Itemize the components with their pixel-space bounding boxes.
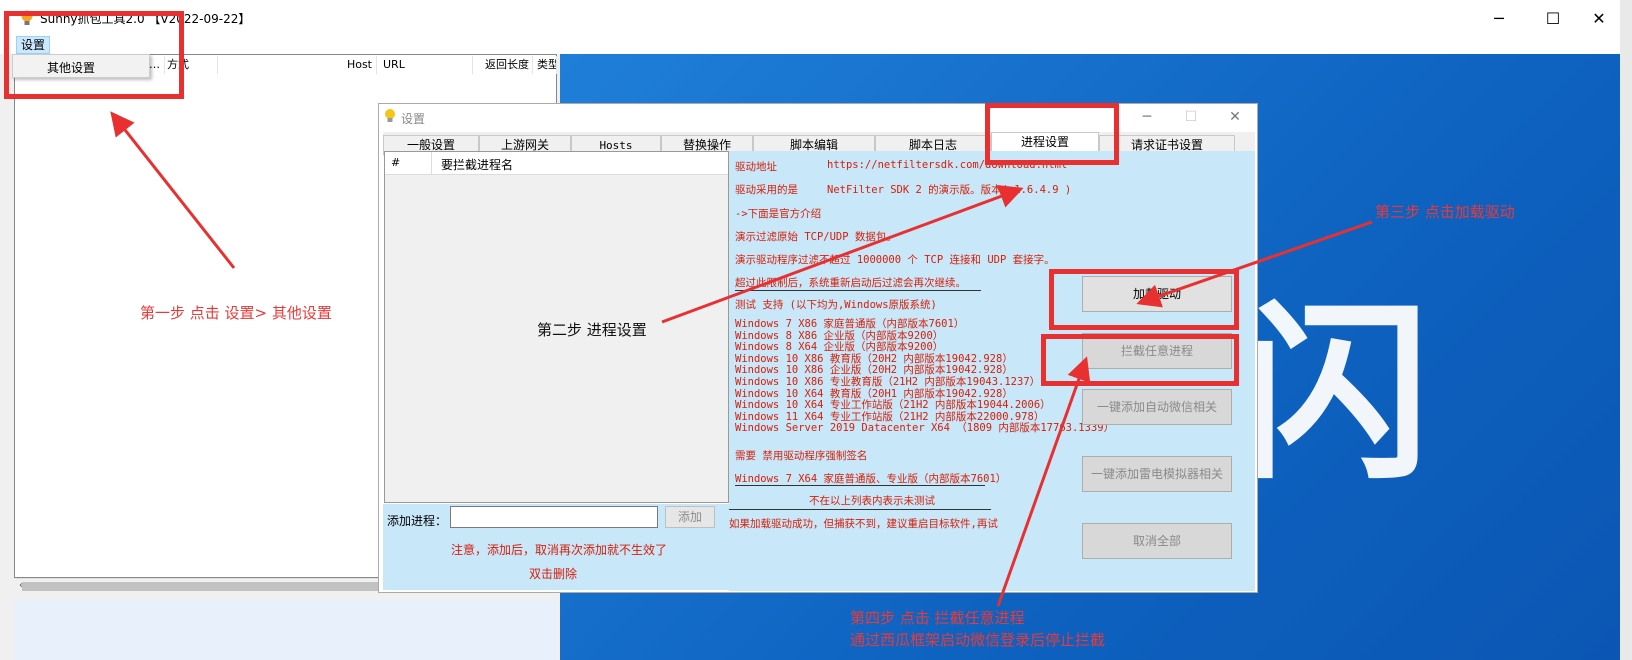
description-line: 超过此限制后，系统重新启动后过滤会再次继续。 bbox=[735, 277, 966, 289]
version-line: Windows Server 2019 Datacenter X64 （1809… bbox=[735, 422, 1115, 435]
column-header[interactable]: Host bbox=[217, 56, 377, 74]
annotation-box-process-tab bbox=[985, 103, 1119, 165]
column-header[interactable]: URL bbox=[379, 56, 473, 74]
retry-hint: 如果加载驱动成功，但捕获不到，建议重启目标软件,再试 bbox=[729, 518, 998, 530]
description-line: 演示过滤原始 TCP/UDP 数据包。 bbox=[735, 231, 897, 243]
column-header[interactable]: 类型 bbox=[533, 56, 557, 74]
dialog-minimize-button[interactable]: ─ bbox=[1125, 104, 1169, 130]
divider bbox=[735, 290, 981, 291]
divider bbox=[735, 485, 985, 486]
signature-requirement-line: 需要 禁用驱动程序强制签名 bbox=[735, 450, 868, 462]
add-wechat-button[interactable]: 一键添加自动微信相关 bbox=[1082, 389, 1232, 425]
annotation-box-load-driver bbox=[1049, 269, 1239, 330]
title-bar: Sunny抓包工具2.0 【V2022-09-22】 ─ ☐ ✕ bbox=[0, 0, 1620, 36]
scrollbar-thumb[interactable] bbox=[22, 582, 432, 591]
dialog-maximize-button[interactable]: ☐ bbox=[1169, 104, 1213, 130]
double-click-delete-hint: 双击删除 bbox=[529, 567, 578, 581]
annotation-step1: 第一步 点击 设置> 其他设置 bbox=[140, 304, 332, 322]
maximize-button[interactable]: ☐ bbox=[1530, 0, 1576, 36]
menu-bar bbox=[0, 36, 1620, 54]
add-process-input[interactable] bbox=[450, 506, 658, 528]
annotation-step4-line2: 通过西瓜框架启动微信登录后停止拦截 bbox=[850, 631, 1106, 649]
dialog-title: 设置 bbox=[401, 112, 426, 126]
close-button[interactable]: ✕ bbox=[1576, 0, 1622, 36]
driver-address-label: 驱动地址 bbox=[735, 161, 777, 173]
lightbulb-icon bbox=[385, 109, 395, 122]
background-logo-glyph: 闪 bbox=[1240, 284, 1431, 505]
win7-x64-line: Windows 7 X64 家庭普通版、专业版（内部版本7601） bbox=[735, 473, 1007, 485]
annotation-box-intercept bbox=[1041, 334, 1239, 386]
driver-used-label: 驱动采用的是 bbox=[735, 184, 798, 196]
screen-edge-strip bbox=[1620, 0, 1632, 660]
note-text: 注意，添加后，取消再次添加就不生效了 bbox=[451, 543, 668, 557]
add-process-label: 添加进程： bbox=[387, 514, 448, 528]
test-support-line: 测试 支持 (以下均为,Windows原版系统) bbox=[735, 299, 937, 311]
cancel-all-button[interactable]: 取消全部 bbox=[1082, 523, 1232, 559]
add-button[interactable]: 添加 bbox=[665, 506, 715, 528]
minimize-button[interactable]: ─ bbox=[1476, 0, 1522, 36]
process-list-header: # 要拦截进程名 bbox=[385, 152, 728, 175]
annotation-step3: 第三步 点击加载驱动 bbox=[1375, 203, 1515, 221]
column-header[interactable]: # bbox=[391, 156, 400, 169]
add-leidian-button[interactable]: 一键添加雷电模拟器相关 bbox=[1082, 456, 1232, 492]
driver-used-value: NetFilter SDK 2 的演示版。版本( 1.6.4.9 ) bbox=[827, 184, 1072, 196]
annotation-box-settings-menu bbox=[4, 11, 184, 99]
description-line: 演示驱动程序过滤不超过 1000000 个 TCP 连接和 UDP 套接字。 bbox=[735, 254, 1055, 266]
column-header[interactable]: 返回长度 bbox=[473, 56, 533, 74]
version-line: Windows 10 X64 专业工作站版（21H2 内部版本19044.200… bbox=[735, 399, 1051, 412]
intro-line: ->下面是官方介绍 bbox=[735, 208, 822, 220]
untested-note: 不在以上列表内表示未测试 bbox=[809, 495, 935, 507]
divider bbox=[729, 509, 991, 510]
annotation-step2: 第二步 进程设置 bbox=[537, 321, 647, 339]
dialog-close-button[interactable]: ✕ bbox=[1213, 104, 1257, 130]
status-area bbox=[14, 600, 557, 660]
annotation-step4-line1: 第四步 点击 拦截任意进程 bbox=[850, 609, 1025, 627]
column-header[interactable]: 要拦截进程名 bbox=[441, 156, 513, 173]
